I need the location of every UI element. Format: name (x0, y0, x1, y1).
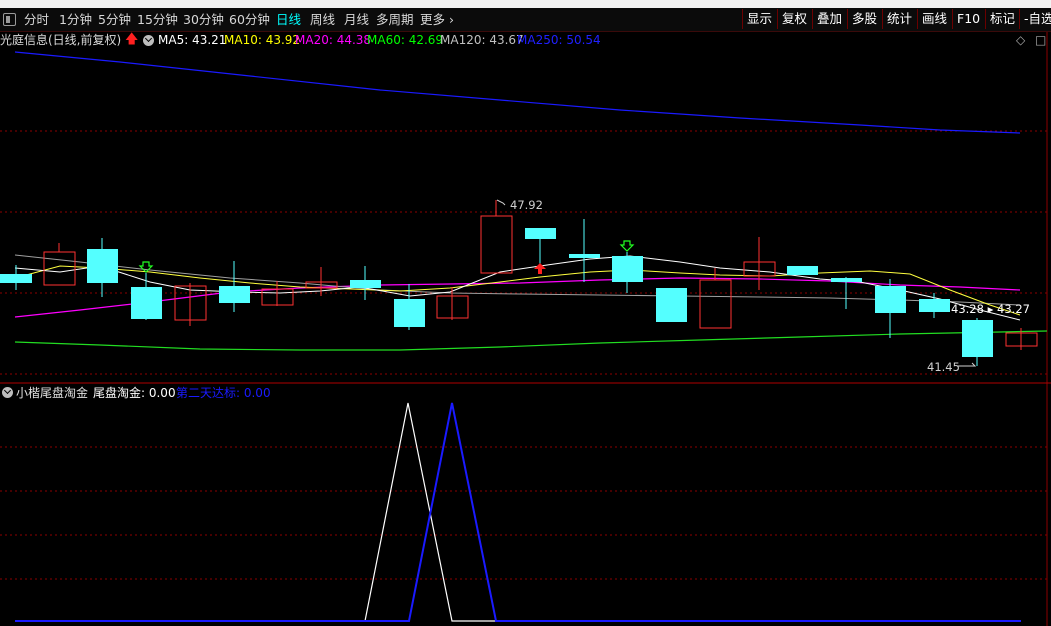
ma250-line (14, 51, 1021, 134)
up-signal-icon (534, 263, 546, 274)
indicator-title: 小楷尾盘淘金 (16, 386, 89, 400)
low-price-label: 41.45 (927, 360, 960, 374)
down-arrow-icon (138, 240, 635, 273)
indicator-white-line (15, 402, 1021, 622)
ma60-line (14, 330, 1048, 351)
ma5-line (14, 255, 1021, 321)
chart-canvas (0, 32, 1051, 626)
ma10-line (14, 265, 1021, 316)
high-leader (496, 199, 506, 206)
last-price-label: 43.28 ▸ 43.27 (951, 302, 1030, 316)
indicator-collapse-icon[interactable] (2, 387, 13, 398)
indicator-blue-line (15, 402, 1021, 622)
high-price-label: 47.92 (510, 198, 543, 212)
indicator-value-2: 第二天达标: 0.00 (176, 386, 271, 400)
indicator-value-1: 尾盘淘金: 0.00 (93, 386, 176, 400)
